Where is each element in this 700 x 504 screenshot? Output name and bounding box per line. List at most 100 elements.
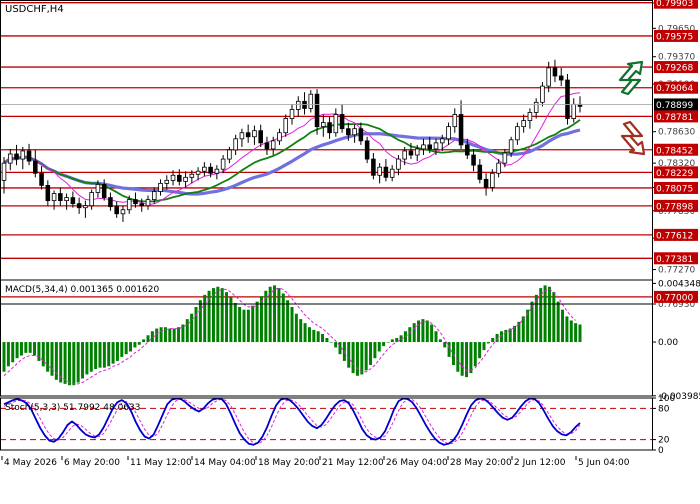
stoch-tick-label: 0 <box>658 446 664 456</box>
candle-body <box>21 151 25 159</box>
time-axis-label: 21 May 12:00 <box>322 458 384 468</box>
price-level-label: 0.77612 <box>656 231 693 241</box>
candle-body <box>15 154 19 159</box>
macd-histogram-bar <box>129 342 132 351</box>
macd-panel: 0.0043480.00-0.003985 <box>3 279 700 401</box>
candle-body <box>428 145 432 149</box>
time-axis-label: 14 May 04:00 <box>194 458 256 468</box>
candle-body <box>303 101 307 108</box>
candle-body <box>246 133 250 137</box>
macd-histogram-bar <box>273 285 276 342</box>
macd-histogram-bar <box>552 292 555 342</box>
chart-window: 0.799000.796500.793700.791000.786300.783… <box>0 0 700 500</box>
candle-body <box>359 129 363 141</box>
macd-histogram-bar <box>369 342 372 365</box>
candle-body <box>559 76 563 80</box>
candle-body <box>134 200 138 204</box>
macd-histogram-bar <box>548 287 551 342</box>
candle-body <box>171 175 175 180</box>
candle-body <box>46 185 50 200</box>
candle-body <box>553 68 557 76</box>
stoch-tick-label: 100 <box>658 394 675 404</box>
macd-histogram-bar <box>160 327 163 342</box>
macd-histogram-bar <box>138 342 141 345</box>
macd-histogram-bar <box>391 339 394 342</box>
candle-body <box>215 169 219 173</box>
macd-histogram-bar <box>251 306 254 342</box>
candle-body <box>84 206 88 208</box>
candle-body <box>453 114 457 126</box>
macd-histogram-bar <box>365 342 368 370</box>
macd-histogram-bar <box>430 325 433 343</box>
candle-body <box>140 204 144 206</box>
macd-histogram-bar <box>155 329 158 342</box>
price-level-label: 0.77381 <box>656 255 693 265</box>
candle-body <box>509 140 513 153</box>
candle-body <box>353 129 357 135</box>
time-axis-label: 11 May 12:00 <box>130 458 192 468</box>
candle-body <box>516 127 520 140</box>
candle-body <box>334 114 338 132</box>
candle-body <box>384 167 388 177</box>
macd-histogram-bar <box>478 342 481 358</box>
macd-histogram-bar <box>225 292 228 342</box>
time-axis-label: 2 Jun 12:00 <box>514 458 566 468</box>
macd-histogram-bar <box>330 342 333 343</box>
candle-body <box>65 198 69 201</box>
macd-histogram-bar <box>373 342 376 358</box>
macd-histogram-bar <box>435 331 438 342</box>
candle-body <box>2 163 6 180</box>
macd-histogram-bar <box>474 342 477 366</box>
macd-histogram-bar <box>190 314 193 342</box>
candle-body <box>390 169 394 177</box>
candle-body <box>403 151 407 159</box>
candle-body <box>90 193 94 206</box>
candle-body <box>228 150 232 159</box>
time-axis-label: 28 May 20:00 <box>450 458 512 468</box>
macd-histogram-bar <box>3 342 6 372</box>
macd-histogram-bar <box>465 342 468 377</box>
macd-histogram-bar <box>37 342 40 361</box>
macd-histogram-bar <box>317 331 320 342</box>
macd-histogram-bar <box>173 329 176 342</box>
candle-body <box>58 194 62 201</box>
macd-histogram-bar <box>531 302 534 342</box>
macd-histogram-bar <box>29 342 32 353</box>
macd-histogram-bar <box>85 342 88 374</box>
candle-body <box>159 183 163 191</box>
macd-histogram-bar <box>64 342 67 384</box>
price-tick-label: 0.77270 <box>658 266 695 276</box>
macd-histogram-bar <box>483 342 486 350</box>
macd-histogram-bar <box>256 302 259 342</box>
macd-histogram-bar <box>282 293 285 342</box>
macd-histogram-bar <box>125 342 128 354</box>
macd-histogram-bar <box>234 303 237 342</box>
candle-body <box>372 159 376 175</box>
macd-histogram-bar <box>116 342 119 361</box>
chart-canvas: 0.799000.796500.793700.791000.786300.783… <box>0 0 700 500</box>
candle-body <box>152 192 156 200</box>
stoch-tick-label: 20 <box>658 436 670 446</box>
macd-histogram-bar <box>439 339 442 342</box>
price-level-label: 0.77000 <box>656 293 693 303</box>
stochastic-title: Stoch(5,3,3) 51.7992 48.0633 <box>5 403 140 413</box>
candle-body <box>397 159 401 169</box>
macd-histogram-bar <box>382 342 385 346</box>
macd-histogram-bar <box>443 342 446 347</box>
candle-body <box>497 163 501 173</box>
macd-histogram-bar <box>570 320 573 342</box>
macd-histogram-bar <box>112 342 115 364</box>
time-axis-label: 6 May 20:00 <box>64 458 120 468</box>
macd-histogram-bar <box>469 342 472 373</box>
macd-histogram-bar <box>295 314 298 342</box>
macd-histogram-bar <box>247 310 250 342</box>
macd-histogram-bar <box>408 327 411 342</box>
macd-histogram-bar <box>308 327 311 342</box>
macd-histogram-bar <box>461 342 464 376</box>
macd-histogram-bar <box>238 307 241 342</box>
macd-histogram-bar <box>243 310 246 342</box>
macd-histogram-bar <box>504 330 507 342</box>
candle-body <box>71 198 75 204</box>
macd-histogram-bar <box>448 342 451 357</box>
candle-body <box>52 194 56 201</box>
